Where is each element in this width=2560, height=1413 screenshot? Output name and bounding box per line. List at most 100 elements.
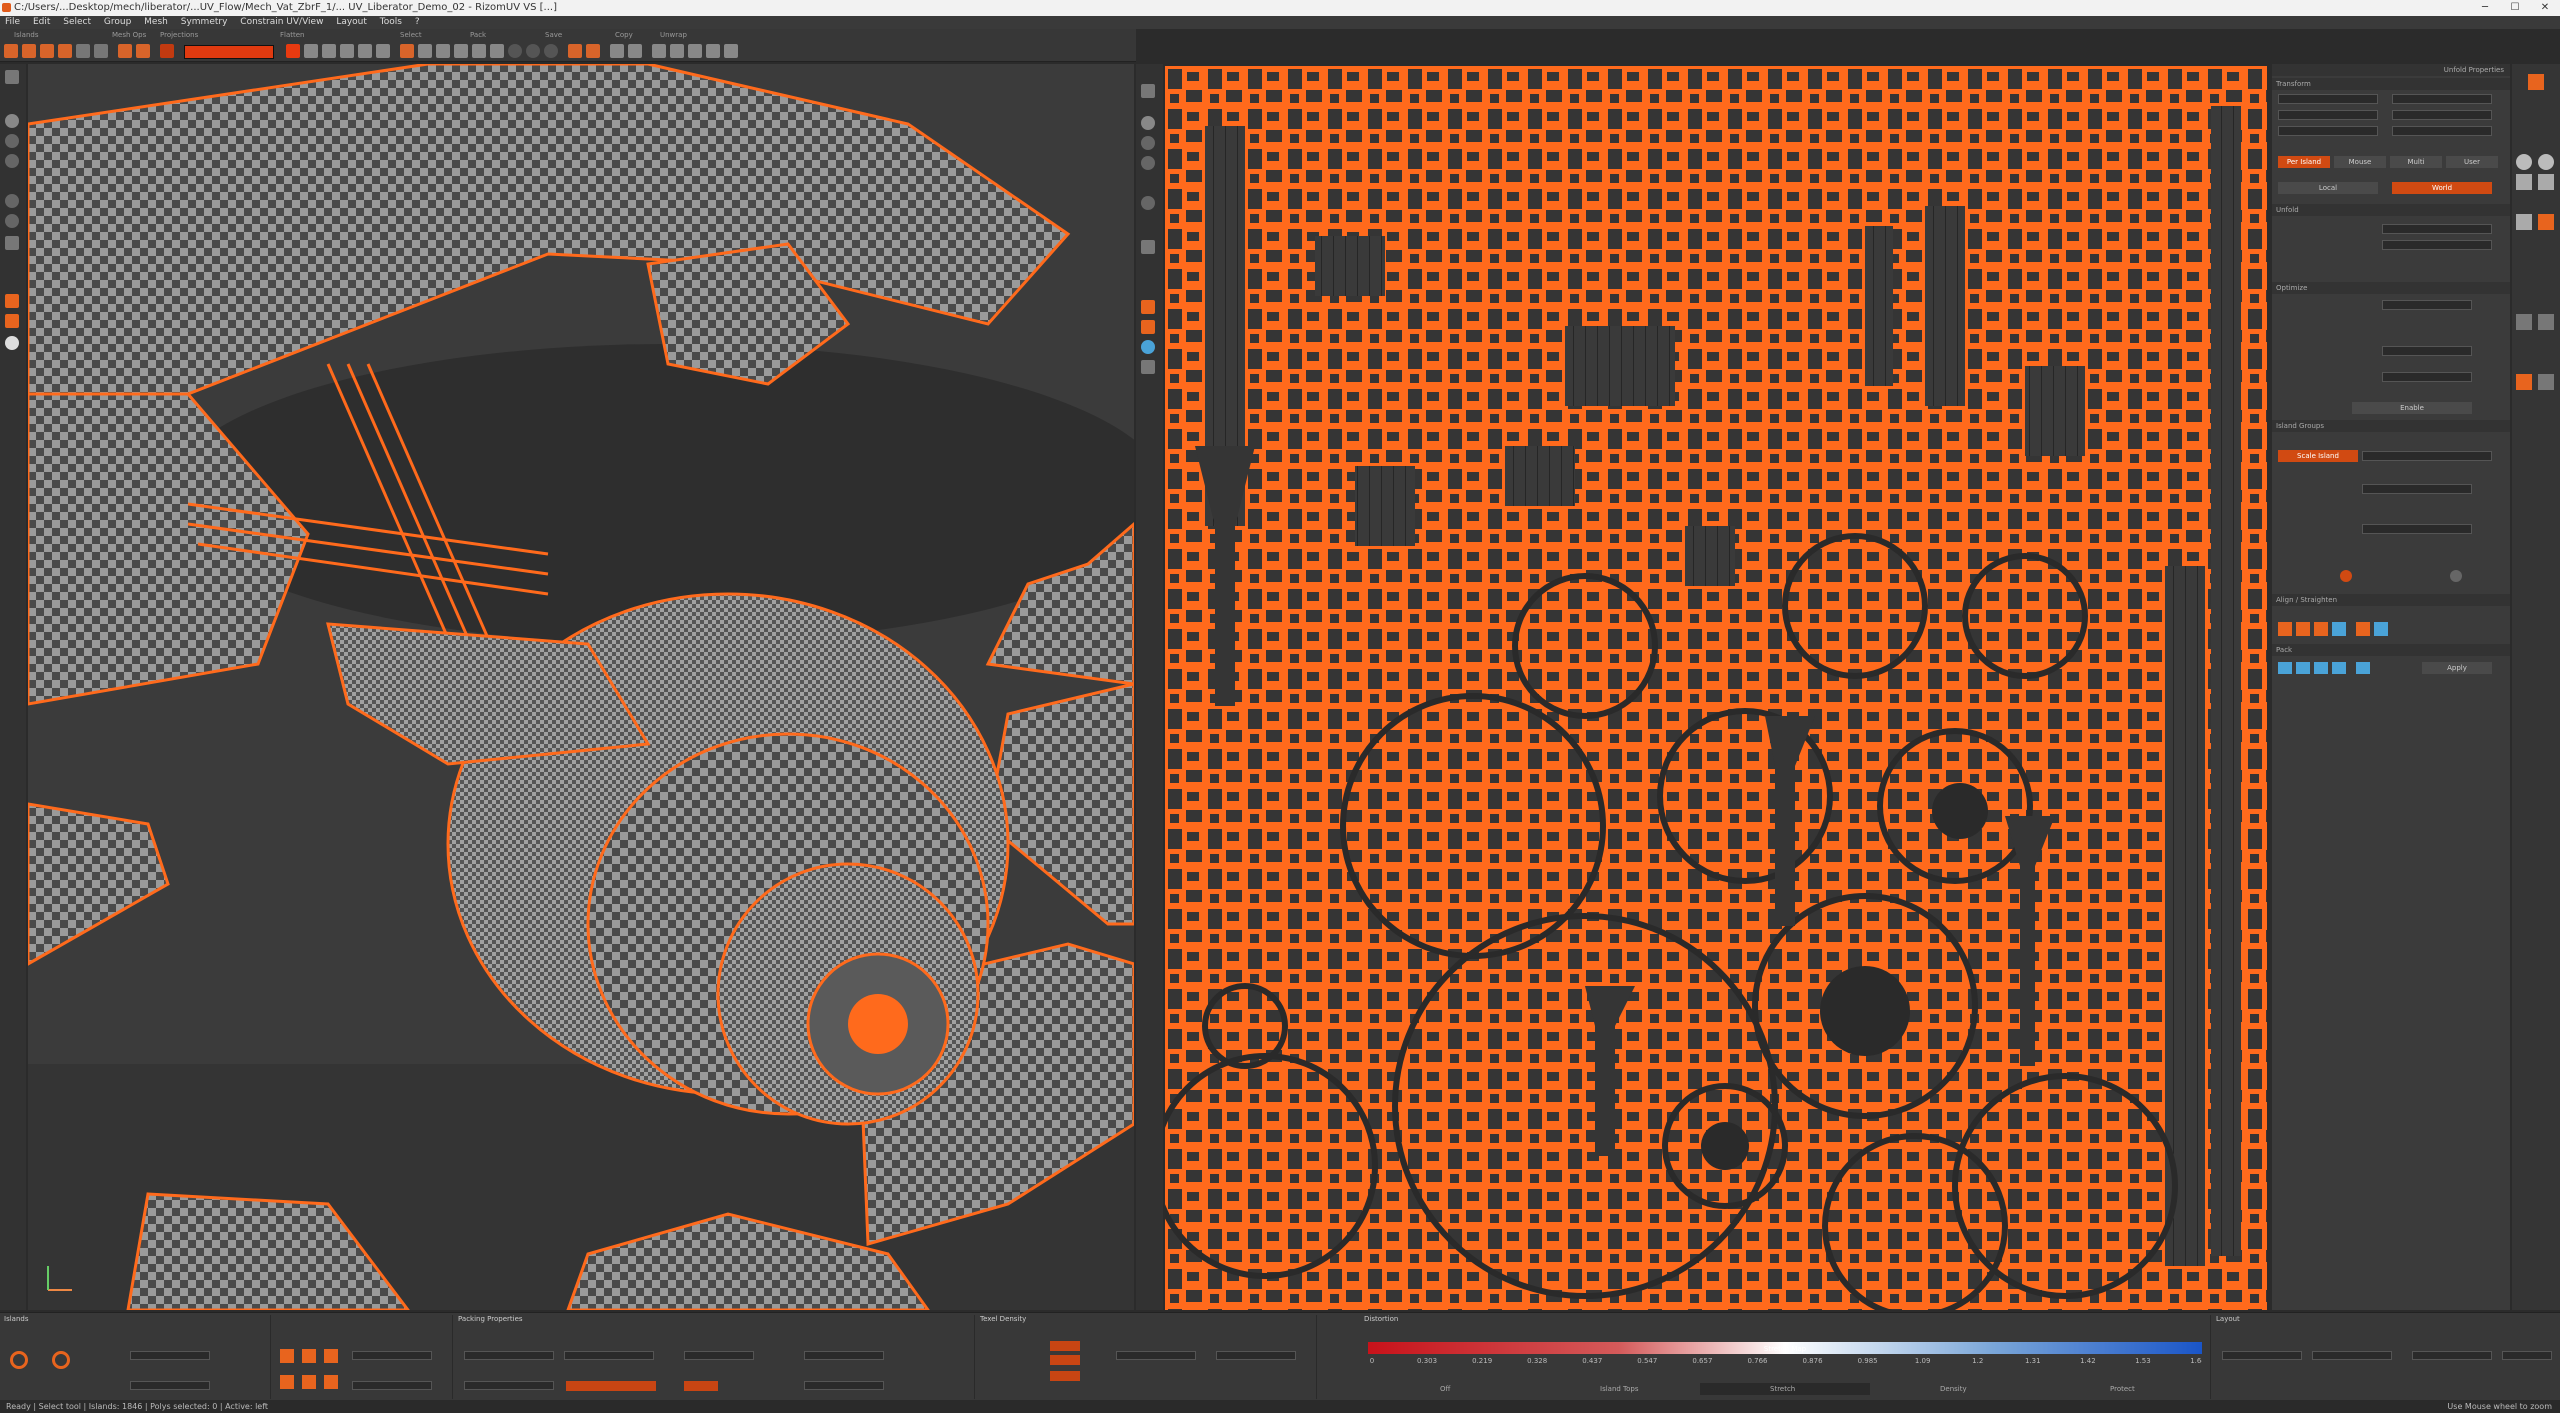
pack-tool-4-icon[interactable] <box>280 1375 294 1389</box>
segments-field[interactable] <box>2362 524 2472 534</box>
uv-transform-icon[interactable] <box>1141 340 1155 354</box>
rotate-icon[interactable] <box>2516 214 2532 230</box>
magnet-u-icon[interactable] <box>10 1351 28 1369</box>
quality-field[interactable] <box>464 1351 554 1360</box>
stack-1-icon[interactable] <box>2278 662 2292 674</box>
align-left-icon[interactable] <box>2278 622 2292 636</box>
menu-file[interactable]: File <box>0 16 25 29</box>
footer-stretch[interactable]: Stretch <box>1770 1385 1795 1393</box>
loop-select-icon[interactable] <box>418 44 432 58</box>
enable-button[interactable]: Enable <box>2352 402 2472 414</box>
viewport-3d-canvas[interactable] <box>28 64 1134 1310</box>
shell-select-icon[interactable] <box>490 44 504 58</box>
uv-checker-icon[interactable] <box>1141 156 1155 170</box>
scale-u-field[interactable] <box>2278 110 2378 120</box>
maximize-button[interactable]: ☐ <box>2500 0 2530 16</box>
align-horizontal-icon[interactable] <box>670 44 684 58</box>
group-value-field[interactable] <box>2362 451 2492 461</box>
flip-v-icon[interactable] <box>2374 622 2388 636</box>
checker-icon[interactable] <box>376 44 390 58</box>
optimize-power-field[interactable] <box>2382 300 2472 310</box>
pack-tool-5-icon[interactable] <box>302 1375 316 1389</box>
spacing-field[interactable] <box>352 1381 432 1390</box>
straighten-icon[interactable] <box>628 44 642 58</box>
align-vertical-icon[interactable] <box>652 44 666 58</box>
settings-icon[interactable] <box>76 44 90 58</box>
section-transform[interactable]: Transform <box>2272 78 2510 90</box>
texel-get-button[interactable] <box>1050 1341 1080 1351</box>
island-count-field[interactable] <box>130 1351 210 1360</box>
gap-field[interactable] <box>804 1351 884 1360</box>
section-optimize[interactable]: Optimize <box>2272 282 2510 294</box>
edge-count-field[interactable] <box>2382 372 2472 382</box>
scale-v-field[interactable] <box>2392 110 2492 120</box>
sphere-checker-icon[interactable] <box>5 154 19 168</box>
redo-icon[interactable] <box>136 44 150 58</box>
island-size-field[interactable] <box>130 1381 210 1390</box>
mirror-icon[interactable] <box>706 44 720 58</box>
uv-axis-u-icon[interactable] <box>1141 300 1155 314</box>
angle-limit-field[interactable] <box>2382 346 2472 356</box>
sphere-wire-icon[interactable] <box>5 134 19 148</box>
camera-icon[interactable] <box>5 70 19 84</box>
offset-field[interactable] <box>2412 1351 2492 1360</box>
world-button[interactable]: World <box>2392 182 2492 194</box>
scale-icon[interactable] <box>2538 214 2554 230</box>
pack-tool-2-icon[interactable] <box>302 1349 316 1363</box>
bulb-icon[interactable] <box>5 336 19 350</box>
stack-5-icon[interactable] <box>2356 662 2370 674</box>
grid-icon[interactable] <box>358 44 372 58</box>
user-button[interactable]: User <box>2446 156 2498 168</box>
pack-tool-1-icon[interactable] <box>280 1349 294 1363</box>
tile-v-field[interactable] <box>2312 1351 2392 1360</box>
unwrap-icon[interactable] <box>724 44 738 58</box>
progress-slider[interactable] <box>184 45 274 59</box>
texel-apply-button[interactable] <box>1050 1371 1080 1381</box>
axis-x-icon[interactable] <box>5 294 19 308</box>
rotation-field[interactable] <box>684 1351 754 1360</box>
uv-camera-icon[interactable] <box>1141 84 1155 98</box>
menu-tools[interactable]: Tools <box>375 16 407 29</box>
face-select-icon[interactable] <box>472 44 486 58</box>
align-center-icon[interactable] <box>2296 622 2310 636</box>
stack-2-icon[interactable] <box>2296 662 2310 674</box>
texel-value-field[interactable] <box>1116 1351 1196 1360</box>
pos-v-field[interactable] <box>2392 94 2492 104</box>
rotate-toggle[interactable] <box>684 1381 718 1391</box>
unwrap-sphere-icon[interactable] <box>2538 154 2554 170</box>
pack-tool-6-icon[interactable] <box>324 1375 338 1389</box>
apply-button[interactable]: Apply <box>2422 662 2492 674</box>
flip-u-icon[interactable] <box>2356 622 2370 636</box>
level-field[interactable] <box>2362 484 2472 494</box>
pos-u-field[interactable] <box>2278 94 2378 104</box>
mouse-button[interactable]: Mouse <box>2334 156 2386 168</box>
texel-map-field[interactable] <box>1216 1351 1296 1360</box>
group-add-icon[interactable] <box>2340 570 2352 582</box>
unfold-iterations-field[interactable] <box>2382 224 2492 234</box>
tile-u-field[interactable] <box>2222 1351 2302 1360</box>
record-icon[interactable] <box>160 44 174 58</box>
section-align[interactable]: Align / Straighten <box>2272 594 2510 606</box>
section-pack[interactable]: Pack <box>2272 644 2510 656</box>
texel-set-button[interactable] <box>1050 1355 1080 1365</box>
viewport-uv[interactable] <box>1165 66 2267 1310</box>
menu-mesh[interactable]: Mesh <box>139 16 173 29</box>
target-icon[interactable] <box>52 1351 70 1369</box>
uv-tile-icon[interactable] <box>1141 360 1155 374</box>
unfold-quality-field[interactable] <box>2382 240 2492 250</box>
texel-icon[interactable] <box>2516 374 2532 390</box>
uv-axis-v-icon[interactable] <box>1141 320 1155 334</box>
scale-island-button[interactable]: Scale Island <box>2278 450 2358 462</box>
section-island-groups[interactable]: Island Groups <box>2272 420 2510 432</box>
menu-select[interactable]: Select <box>58 16 96 29</box>
snap-icon[interactable] <box>2538 314 2554 330</box>
save-file-icon[interactable] <box>40 44 54 58</box>
viewport-uv-canvas[interactable] <box>1165 66 2267 1310</box>
align-right-icon[interactable] <box>2314 622 2328 636</box>
uv-light-icon[interactable] <box>1141 196 1155 210</box>
axis-y-icon[interactable] <box>5 314 19 328</box>
rotate-field[interactable] <box>2278 126 2378 136</box>
ring-select-icon[interactable] <box>436 44 450 58</box>
uv-sphere-shaded-icon[interactable] <box>1141 116 1155 130</box>
tile-icon[interactable] <box>2516 314 2532 330</box>
